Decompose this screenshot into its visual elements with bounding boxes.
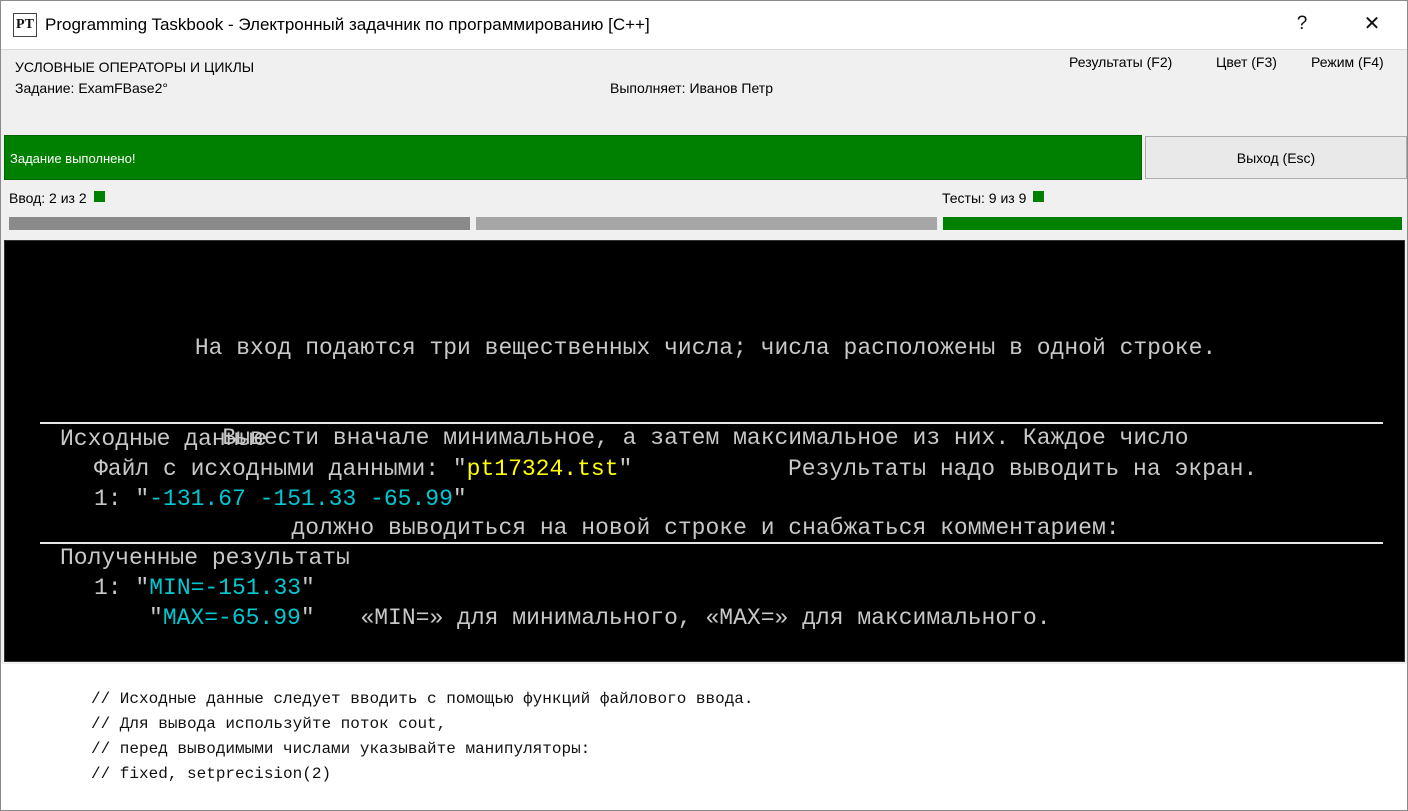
app-logo-icon: PT: [13, 13, 37, 37]
window-title: Programming Taskbook - Электронный задач…: [45, 15, 650, 34]
progress-bar-input-2: [476, 217, 937, 230]
file-prefix: Файл с исходными данными: ": [94, 456, 467, 482]
close-icon[interactable]: ✕: [1349, 1, 1395, 47]
progress-bar-input-1: [9, 217, 470, 230]
title-bar[interactable]: PT Programming Taskbook - Электронный за…: [1, 1, 1407, 49]
topic-title: УСЛОВНЫЕ ОПЕРАТОРЫ И ЦИКЛЫ: [15, 59, 255, 75]
status-text: Задание выполнено!: [10, 151, 136, 166]
line-prefix: 1: ": [94, 486, 150, 512]
exit-button[interactable]: Выход (Esc): [1145, 136, 1407, 179]
output-max-value: MAX=-65.99: [162, 605, 301, 631]
input-ok-indicator-icon: [93, 191, 105, 202]
input-file-name: pt17324.tst: [466, 456, 619, 482]
app-window: PT Programming Taskbook - Электронный за…: [0, 0, 1408, 811]
input-progress-label: Ввод: 2 из 2: [9, 190, 105, 206]
output-line-2: "MAX=-65.99": [149, 603, 315, 633]
mode-menu-item[interactable]: Режим (F4): [1311, 54, 1384, 70]
code-comment-line: // Исходные данные следует вводить с пом…: [91, 690, 754, 708]
line-prefix: ": [149, 605, 163, 631]
line-suffix: ": [300, 605, 315, 631]
output-section-heading: Полученные результаты: [60, 545, 350, 571]
input-section-heading: Исходные данные: [60, 426, 268, 452]
task-header: УСЛОВНЫЕ ОПЕРАТОРЫ И ЦИКЛЫ Задание: Exam…: [1, 49, 1407, 133]
progress-bar-tests: [943, 217, 1402, 230]
tests-progress-text: Тесты: 9 из 9: [942, 190, 1027, 206]
input-file-line: Файл с исходными данными: "pt17324.tst": [94, 454, 632, 484]
input-data-value: -131.67 -151.33 -65.99: [149, 486, 453, 512]
output-line-1: 1: "MIN=-151.33": [94, 573, 315, 603]
description-line: На вход подаются три вещественных числа;…: [194, 335, 1217, 361]
code-comment-line: // Для вывода используйте поток cout,: [91, 715, 447, 733]
tests-ok-indicator-icon: [1033, 191, 1045, 202]
task-name: Задание: ExamFBase2°: [15, 80, 168, 96]
results-menu-item[interactable]: Результаты (F2): [1069, 54, 1172, 70]
student-name: Выполняет: Иванов Петр: [610, 80, 774, 96]
line-suffix: ": [452, 486, 467, 512]
help-icon[interactable]: ?: [1279, 1, 1325, 47]
task-console: На вход подаются три вещественных числа;…: [4, 240, 1405, 662]
color-menu-item[interactable]: Цвет (F3): [1216, 54, 1277, 70]
line-suffix: ": [301, 575, 315, 601]
tests-progress-label: Тесты: 9 из 9: [942, 190, 1045, 206]
input-data-line: 1: "-131.67 -151.33 -65.99": [94, 484, 467, 514]
code-hints-panel: // Исходные данные следует вводить с пом…: [1, 664, 1407, 810]
output-min-value: MIN=-151.33: [149, 575, 302, 601]
code-comment-line: // перед выводимыми числами указывайте м…: [91, 740, 591, 758]
file-suffix: ": [618, 456, 633, 482]
description-line: должно выводиться на новой строке и снаб…: [291, 515, 1120, 541]
progress-panel: Ввод: 2 из 2 Тесты: 9 из 9: [1, 182, 1407, 238]
code-comment-line: // fixed, setprecision(2): [91, 765, 332, 783]
line-prefix: 1: ": [94, 575, 150, 601]
status-banner: Задание выполнено!: [4, 135, 1142, 180]
input-progress-text: Ввод: 2 из 2: [9, 190, 87, 206]
output-note: Результаты надо выводить на экран.: [788, 456, 1258, 482]
